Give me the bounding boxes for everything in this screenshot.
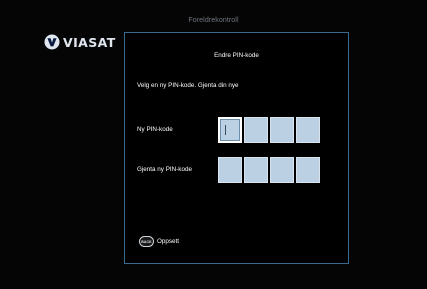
change-pin-dialog: Endre PIN-kode Velg en ny PIN-kode. Gjen…: [124, 32, 349, 264]
text-cursor: [225, 125, 226, 135]
instruction-text: Velg en ny PIN-kode. Gjenta din nye: [137, 82, 239, 89]
repeat-pin-digit-4[interactable]: [296, 157, 320, 183]
viasat-logo: VIASAT: [44, 34, 116, 50]
repeat-pin-digit-1[interactable]: [218, 157, 242, 183]
new-pin-label: Ny PIN-kode: [137, 126, 173, 133]
screen-title: Foreldrekontroll: [188, 17, 239, 24]
dialog-title: Endre PIN-kode: [214, 52, 259, 59]
viasat-logo-icon: [44, 34, 60, 50]
back-button-label: Oppsett: [157, 238, 180, 245]
new-pin-digit-2[interactable]: [244, 117, 268, 143]
logo-text: VIASAT: [63, 34, 116, 50]
new-pin-digit-4[interactable]: [296, 117, 320, 143]
new-pin-digit-1[interactable]: [218, 117, 242, 143]
repeat-pin-digit-3[interactable]: [270, 157, 294, 183]
repeat-pin-digit-2[interactable]: [244, 157, 268, 183]
new-pin-digit-3[interactable]: [270, 117, 294, 143]
back-key-icon: BACK: [139, 236, 154, 247]
back-button[interactable]: BACK Oppsett: [139, 236, 179, 247]
parental-control-screen: Foreldrekontroll VIASAT Endre PIN-kode V…: [0, 0, 427, 289]
repeat-pin-input-group[interactable]: [218, 157, 320, 183]
repeat-pin-label: Gjenta ny PIN-kode: [137, 166, 192, 173]
new-pin-input-group[interactable]: [218, 117, 320, 143]
